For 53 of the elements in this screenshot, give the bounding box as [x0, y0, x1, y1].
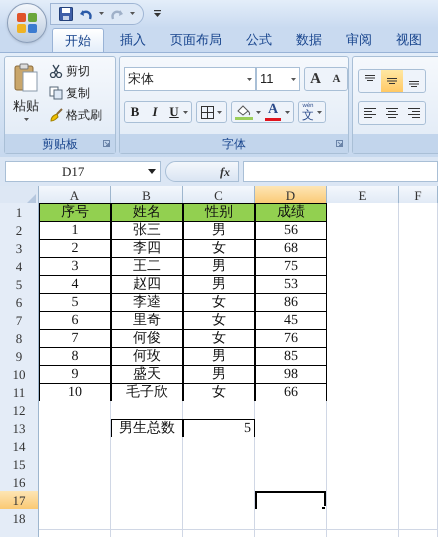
ribbon-tab[interactable]: 数据 [288, 28, 330, 52]
lines-icon [387, 78, 397, 84]
dialog-launcher-icon[interactable] [103, 140, 110, 147]
dialog-launcher-icon[interactable] [336, 140, 343, 147]
lines-icon [409, 81, 419, 87]
shrink-font-button[interactable]: A [326, 68, 347, 90]
lines-icon [386, 108, 398, 118]
caret-icon [317, 110, 322, 114]
ribbon-tab[interactable]: 插入 [112, 28, 154, 52]
format-painter-button[interactable]: 格式刷 [49, 105, 102, 125]
caret-icon [130, 12, 135, 15]
caret-icon [99, 12, 104, 15]
grow-font-button[interactable]: A [305, 68, 326, 90]
borders-button[interactable] [196, 101, 227, 123]
lines-icon [408, 108, 420, 118]
name-box[interactable]: D17 [5, 161, 161, 182]
ribbon-tab[interactable]: 审阅 [338, 28, 380, 52]
group-label: 剪贴板 [42, 136, 78, 150]
copy-button[interactable]: 复制 [49, 83, 90, 103]
caret-icon [24, 118, 28, 121]
ribbon-tab[interactable]: 页面布局 [162, 28, 230, 52]
lines-icon [365, 75, 375, 81]
caret-icon [256, 110, 261, 114]
paste-button[interactable]: 粘贴 [9, 63, 43, 133]
caret-icon [217, 110, 222, 114]
caret-icon [148, 169, 156, 174]
scissors-icon [49, 64, 63, 78]
brush-icon [49, 108, 63, 122]
clipboard-icon [13, 63, 39, 93]
fill-color-icon[interactable] [235, 104, 253, 120]
copy-icon [49, 86, 63, 100]
group-label: 字体 [222, 136, 246, 150]
caret-icon [291, 78, 296, 80]
middle-align-button[interactable] [381, 70, 403, 92]
formula-input[interactable] [243, 161, 438, 182]
cut-button[interactable]: 剪切 [49, 61, 90, 81]
save-icon[interactable] [59, 6, 73, 20]
font-name-field[interactable]: 宋体 [124, 67, 256, 91]
logo-icon [17, 13, 37, 33]
font-size-field[interactable]: 11 [256, 67, 300, 91]
lines-icon [364, 108, 376, 118]
grid-icon [201, 106, 214, 118]
ribbon-tab[interactable]: 开始 [52, 28, 104, 52]
bold-button[interactable]: B [125, 102, 145, 122]
underline-button[interactable]: U [165, 102, 183, 122]
customize-icon[interactable] [154, 10, 161, 17]
ribbon-tab[interactable]: 视图 [388, 28, 430, 52]
italic-button[interactable]: I [145, 102, 165, 122]
caret-icon [247, 78, 252, 80]
insert-function-button[interactable]: fx [220, 162, 230, 180]
caret-icon [183, 110, 188, 114]
caret-icon [285, 110, 290, 114]
ribbon-tab[interactable]: 公式 [238, 28, 280, 52]
